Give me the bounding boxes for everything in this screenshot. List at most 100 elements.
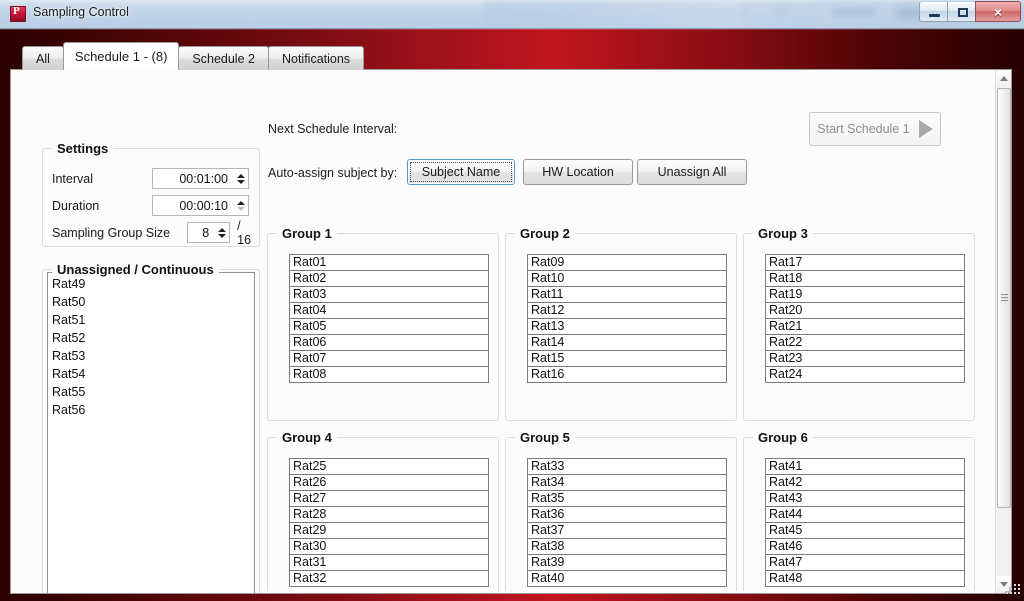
subject-field[interactable]: Rat31 [289,554,489,571]
subject-field[interactable]: Rat29 [289,522,489,539]
unassigned-list-item[interactable]: Rat54 [48,365,254,383]
unassigned-list-item[interactable]: Rat55 [48,383,254,401]
subject-field[interactable]: Rat05 [289,318,489,335]
scrollbar-grip [1001,294,1008,302]
tab-label: All [36,51,50,66]
subject-field[interactable]: Rat26 [289,474,489,491]
interval-spinner[interactable] [233,169,248,188]
group-title: Group 2 [515,226,575,241]
subject-field[interactable]: Rat33 [527,458,727,475]
group-size-value: 8 [202,225,210,240]
subject-field[interactable]: Rat34 [527,474,727,491]
subject-field[interactable]: Rat13 [527,318,727,335]
subject-field[interactable]: Rat44 [765,506,965,523]
subject-field[interactable]: Rat47 [765,554,965,571]
subject-field[interactable]: Rat36 [527,506,727,523]
unassign-all-button[interactable]: Unassign All [637,159,747,185]
start-schedule-button[interactable]: Start Schedule 1 [809,112,941,146]
scrollbar-thumb[interactable] [997,88,1011,508]
spinner-up-icon[interactable] [236,173,245,178]
subject-field[interactable]: Rat17 [765,254,965,271]
subject-field[interactable]: Rat23 [765,350,965,367]
close-button[interactable]: × [975,1,1021,22]
group-title: Group 6 [753,430,813,445]
spinner-down-icon[interactable] [217,233,226,238]
subject-field[interactable]: Rat09 [527,254,727,271]
subject-field[interactable]: Rat25 [289,458,489,475]
window-scrollbar[interactable] [995,70,1011,593]
interval-value: 00:01:00 [179,171,228,186]
subject-field[interactable]: Rat28 [289,506,489,523]
subject-field[interactable]: Rat30 [289,538,489,555]
subject-field[interactable]: Rat32 [289,570,489,587]
subject-field[interactable]: Rat21 [765,318,965,335]
tab-schedule-1[interactable]: Schedule 1 - (8) [62,42,180,70]
subject-field[interactable]: Rat16 [527,366,727,383]
resize-grip[interactable] [1006,584,1020,598]
group-size-spinner[interactable] [214,223,230,242]
subject-field[interactable]: Rat12 [527,302,727,319]
title-bar[interactable]: Sampling Control × [0,0,1024,28]
tab-schedule-2[interactable]: Schedule 2 [178,46,269,70]
scroll-up-icon[interactable] [996,70,1011,87]
subject-field[interactable]: Rat10 [527,270,727,287]
subject-field[interactable]: Rat04 [289,302,489,319]
subject-field[interactable]: Rat11 [527,286,727,303]
subject-field[interactable]: Rat15 [527,350,727,367]
maximize-button[interactable] [947,1,976,22]
duration-spinbox[interactable]: 00:00:10 [152,195,249,216]
spinner-down-icon[interactable] [236,206,245,211]
subject-field[interactable]: Rat42 [765,474,965,491]
subject-field[interactable]: Rat19 [765,286,965,303]
subject-field[interactable]: Rat27 [289,490,489,507]
group-size-spinbox[interactable]: 8 [187,222,231,243]
subject-field[interactable]: Rat20 [765,302,965,319]
subject-field[interactable]: Rat22 [765,334,965,351]
spinner-down-icon[interactable] [236,179,245,184]
glass-blur-artifact [485,0,745,28]
unassigned-list-item[interactable]: Rat49 [48,275,254,293]
spinner-up-icon[interactable] [236,200,245,205]
subject-field[interactable]: Rat03 [289,286,489,303]
subject-field[interactable]: Rat02 [289,270,489,287]
grip-dot [1010,588,1012,590]
unassigned-list[interactable]: Rat49 Rat50 Rat51 Rat52 Rat53 Rat54 Rat55 Rat56 [47,272,255,593]
subject-field[interactable]: Rat46 [765,538,965,555]
group-box-6: Group 6 Rat41 Rat42 Rat43 Rat44 Rat45 Rat46 Rat… [743,430,975,591]
subject-field[interactable]: Rat08 [289,366,489,383]
subject-field[interactable]: Rat39 [527,554,727,571]
tab-label: Notifications [281,51,351,66]
schedule-right-pane: Next Schedule Interval: Auto-assign subj… [261,70,1011,593]
subject-field[interactable]: Rat24 [765,366,965,383]
subject-field[interactable]: Rat07 [289,350,489,367]
subject-field[interactable]: Rat40 [527,570,727,587]
subject-name-button[interactable]: Subject Name [407,159,515,185]
subject-field[interactable]: Rat38 [527,538,727,555]
subject-field[interactable]: Rat45 [765,522,965,539]
unassigned-list-item[interactable]: Rat50 [48,293,254,311]
subject-field[interactable]: Rat43 [765,490,965,507]
subject-field[interactable]: Rat37 [527,522,727,539]
spinner-up-icon[interactable] [217,227,226,232]
subject-field[interactable]: Rat48 [765,570,965,587]
group-size-label: Sampling Group Size [52,225,171,240]
subject-field[interactable]: Rat06 [289,334,489,351]
subject-field[interactable]: Rat18 [765,270,965,287]
unassigned-list-item[interactable]: Rat56 [48,401,254,419]
interval-spinbox[interactable]: 00:01:00 [152,168,249,189]
duration-row: Duration 00:00:10 [52,195,252,216]
group-box-3: Group 3 Rat17 Rat18 Rat19 Rat20 Rat21 Rat22 Rat… [743,226,975,421]
hw-location-button[interactable]: HW Location [523,159,633,185]
minimize-button[interactable] [919,1,948,22]
subject-field[interactable]: Rat35 [527,490,727,507]
unassigned-list-item[interactable]: Rat52 [48,329,254,347]
unassigned-list-item[interactable]: Rat51 [48,311,254,329]
tab-notifications[interactable]: Notifications [267,46,365,70]
subject-field[interactable]: Rat01 [289,254,489,271]
unassigned-list-item[interactable]: Rat53 [48,347,254,365]
tab-content-panel: Settings Interval 00:01:00 Duration 00:0… [10,69,1012,594]
subject-field[interactable]: Rat41 [765,458,965,475]
subject-field[interactable]: Rat14 [527,334,727,351]
duration-spinner[interactable] [233,196,248,215]
tab-all[interactable]: All [22,46,64,70]
